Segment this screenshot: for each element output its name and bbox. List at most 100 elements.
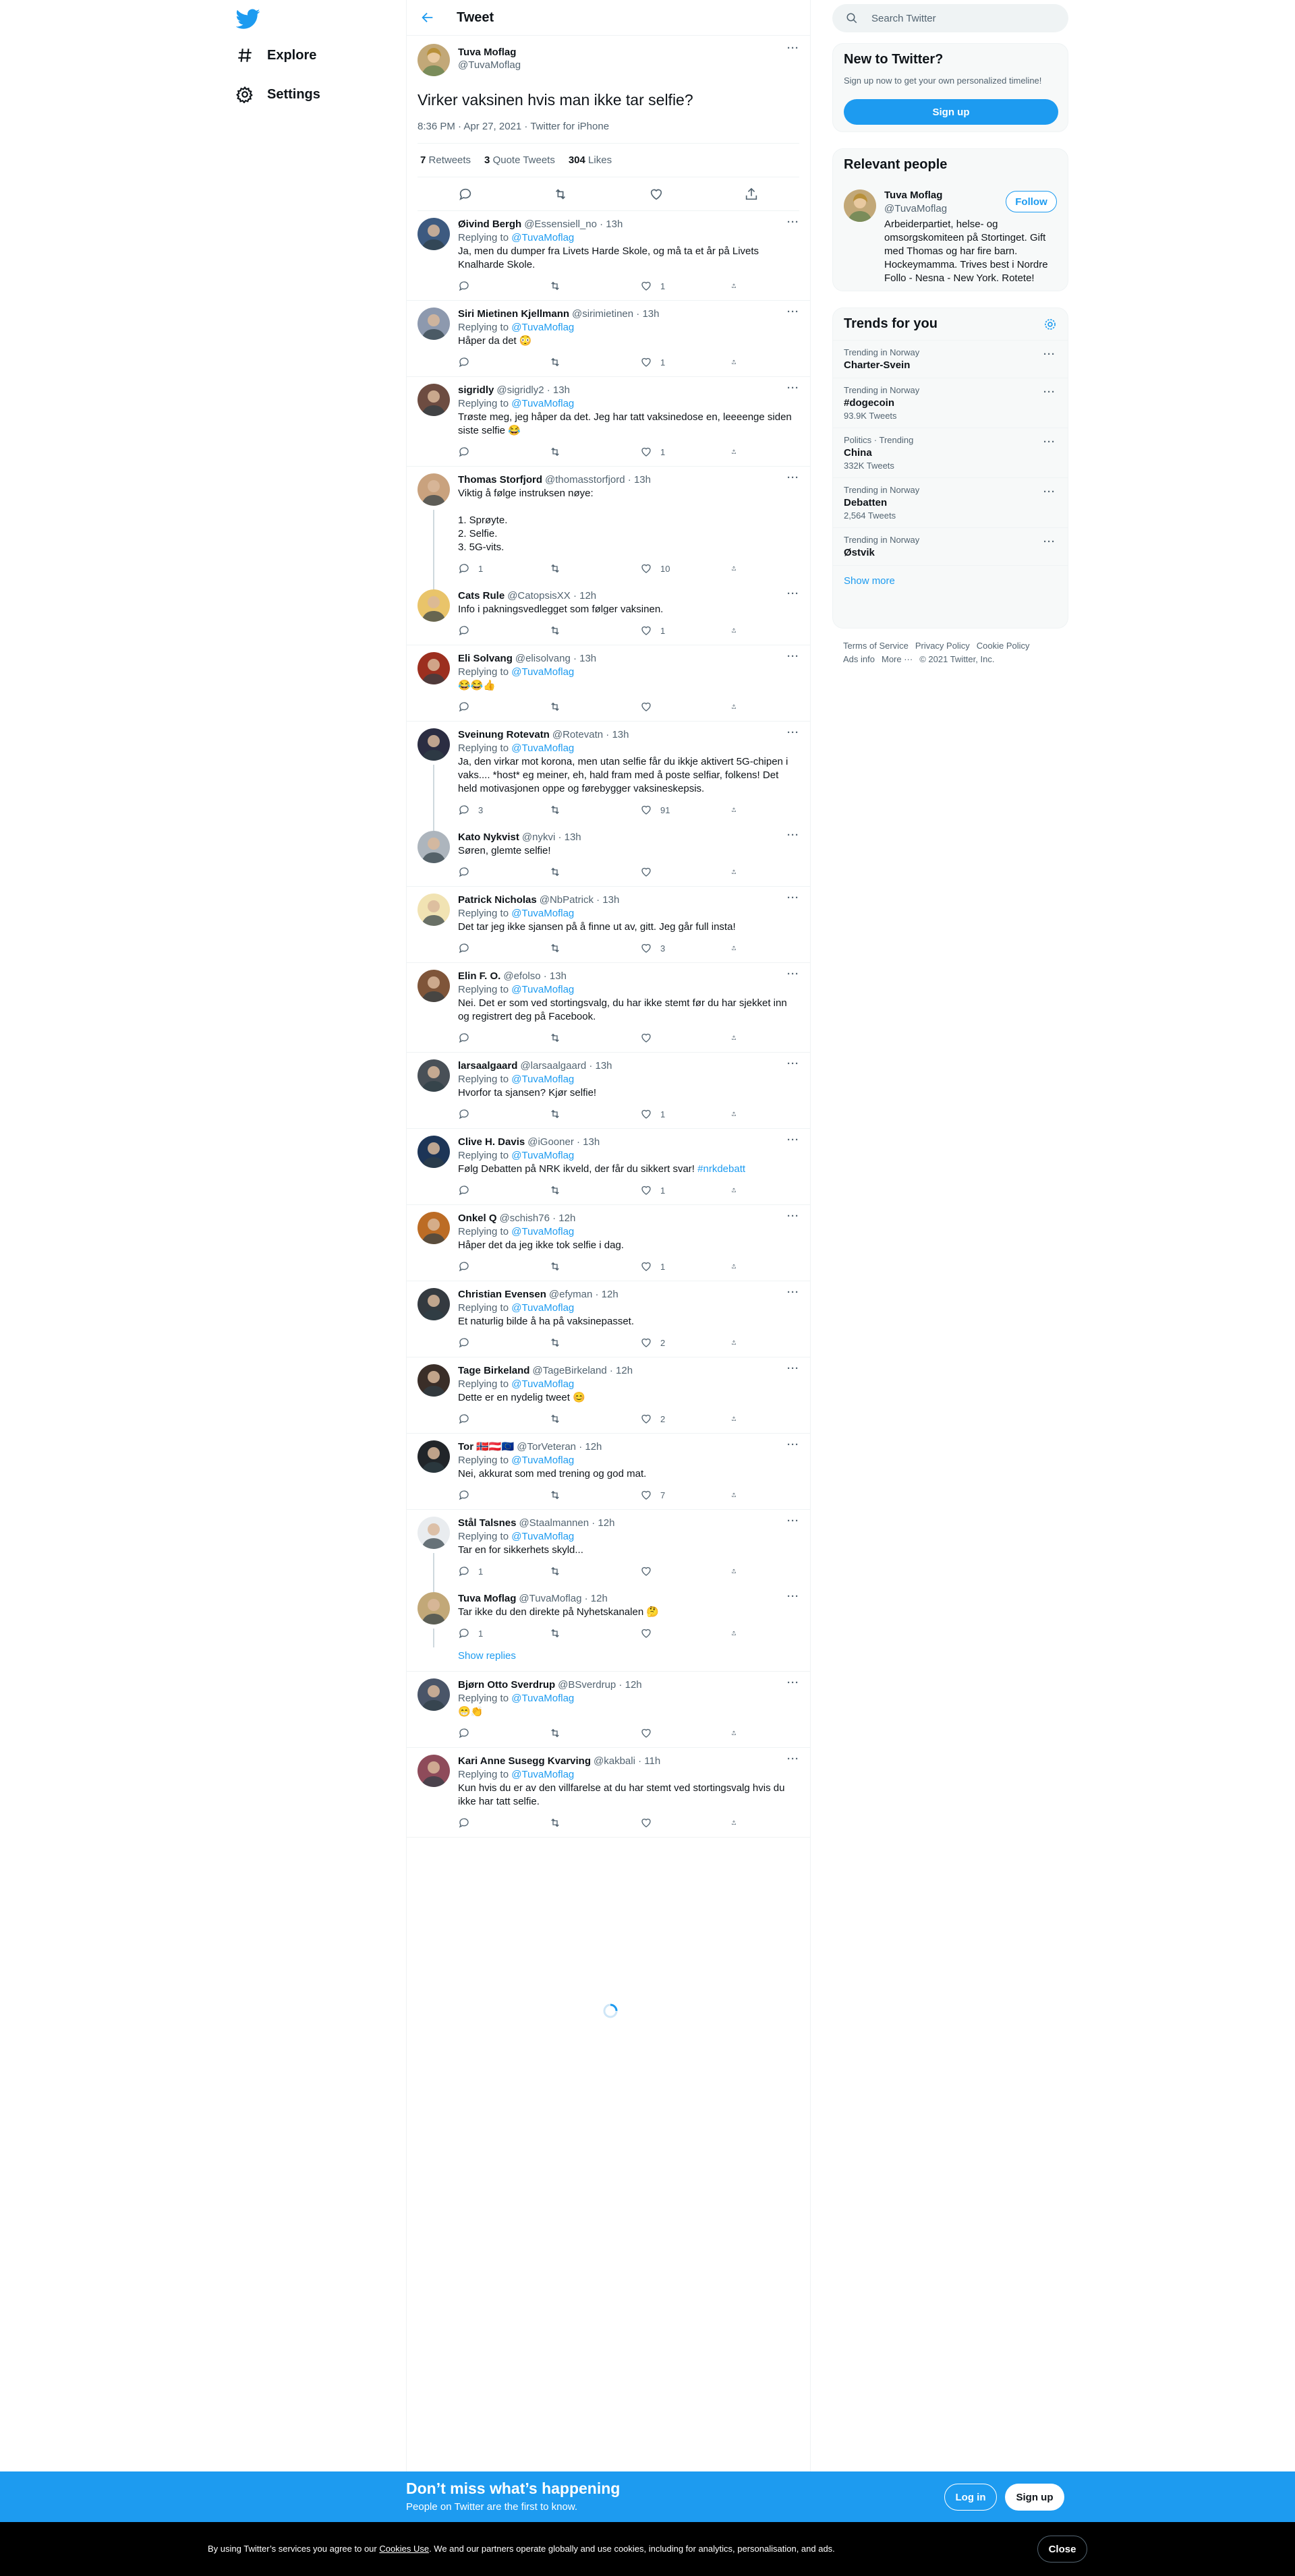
trend-item[interactable]: Trending in Norway #dogecoin 93.9K Tweets ·… bbox=[833, 378, 1068, 428]
reply-author-name[interactable]: larsaalgaard bbox=[458, 1059, 517, 1073]
reply-author-name[interactable]: Stål Talsnes bbox=[458, 1517, 516, 1530]
reply-author-name[interactable]: Sveinung Rotevatn bbox=[458, 728, 550, 742]
reply-author-handle[interactable]: @nykvi · 13h bbox=[522, 831, 581, 844]
retweet-button[interactable] bbox=[549, 624, 616, 637]
reply-tweet[interactable]: Patrick Nicholas @NbPatrick · 13h ··· Reply… bbox=[407, 887, 810, 963]
reply-tweet[interactable]: Kato Nykvist @nykvi · 13h ··· Søren, glemte… bbox=[407, 824, 810, 887]
share-button[interactable] bbox=[731, 1413, 745, 1425]
terms-link[interactable]: Terms of Service bbox=[843, 641, 909, 651]
relevant-handle[interactable]: @TuvaMoflag bbox=[884, 203, 947, 214]
like-button[interactable]: 1 bbox=[640, 1108, 708, 1120]
avatar[interactable] bbox=[418, 384, 450, 416]
mention-link[interactable]: @TuvaMoflag bbox=[511, 1531, 574, 1542]
retweet-button[interactable] bbox=[549, 1032, 616, 1044]
reply-tweet[interactable]: Clive H. Davis @iGooner · 13h ··· Replying … bbox=[407, 1129, 810, 1205]
reply-author-handle[interactable]: @efyman · 12h bbox=[549, 1288, 618, 1301]
reply-author-name[interactable]: Clive H. Davis bbox=[458, 1136, 525, 1149]
sign-up-button[interactable]: Sign up bbox=[844, 99, 1058, 125]
reply-author-name[interactable]: Onkel Q bbox=[458, 1212, 497, 1225]
retweet-button[interactable] bbox=[549, 1184, 616, 1196]
share-button[interactable] bbox=[731, 866, 745, 878]
reply-button[interactable] bbox=[458, 1184, 525, 1196]
reply-tweet[interactable]: Bjørn Otto Sverdrup @BSverdrup · 12h ··· Re… bbox=[407, 1672, 810, 1748]
trend-item[interactable]: Politics · Trending China 332K Tweets ··· bbox=[833, 428, 1068, 477]
nav-explore[interactable]: Explore bbox=[236, 40, 316, 70]
quotes-stat[interactable]: 3 Quote Tweets bbox=[484, 154, 555, 166]
avatar[interactable] bbox=[418, 218, 450, 250]
like-button[interactable]: 3 bbox=[640, 942, 708, 954]
like-button[interactable]: 1 bbox=[640, 356, 708, 368]
retweet-button[interactable] bbox=[549, 1489, 616, 1501]
follow-button[interactable]: Follow bbox=[1006, 191, 1057, 212]
reply-author-handle[interactable]: @TorVeteran · 12h bbox=[517, 1440, 602, 1454]
avatar[interactable] bbox=[418, 1678, 450, 1711]
twitter-logo-icon[interactable] bbox=[235, 7, 260, 31]
reply-author-handle[interactable]: @Rotevatn · 13h bbox=[552, 728, 629, 742]
tweet-source[interactable]: Twitter for iPhone bbox=[530, 121, 609, 132]
likes-stat[interactable]: 304 Likes bbox=[569, 154, 612, 166]
more-icon[interactable]: ··· bbox=[787, 1287, 799, 1301]
like-button[interactable] bbox=[640, 1565, 708, 1577]
share-button[interactable] bbox=[731, 1260, 745, 1272]
share-button[interactable] bbox=[731, 1817, 745, 1829]
reply-tweet[interactable]: Thomas Storfjord @thomasstorfjord · 13h ··… bbox=[407, 467, 810, 583]
mention-link[interactable]: @TuvaMoflag bbox=[511, 1226, 574, 1237]
reply-tweet[interactable]: Siri Mietinen Kjellmann @sirimietinen · 1… bbox=[407, 301, 810, 377]
share-button[interactable] bbox=[731, 1727, 745, 1739]
avatar[interactable] bbox=[418, 1517, 450, 1549]
mention-link[interactable]: @TuvaMoflag bbox=[511, 322, 574, 333]
close-button[interactable]: Close bbox=[1037, 2536, 1087, 2563]
reply-author-handle[interactable]: @schish76 · 12h bbox=[500, 1212, 576, 1225]
mention-link[interactable]: @TuvaMoflag bbox=[511, 742, 574, 754]
reply-author-handle[interactable]: @TuvaMoflag · 12h bbox=[519, 1592, 607, 1606]
reply-author-name[interactable]: Tuva Moflag bbox=[458, 1592, 516, 1606]
like-button[interactable] bbox=[640, 1032, 708, 1044]
more-icon[interactable]: ··· bbox=[787, 1135, 799, 1149]
reply-button[interactable] bbox=[458, 701, 525, 713]
avatar[interactable] bbox=[418, 970, 450, 1002]
reply-author-handle[interactable]: @efolso · 13h bbox=[503, 970, 567, 983]
retweet-button[interactable] bbox=[549, 280, 616, 292]
share-button[interactable] bbox=[731, 1565, 745, 1577]
log-in-button[interactable]: Log in bbox=[944, 2484, 997, 2511]
share-button[interactable] bbox=[731, 701, 745, 713]
reply-button[interactable] bbox=[458, 1032, 525, 1044]
mention-link[interactable]: @TuvaMoflag bbox=[511, 984, 574, 995]
retweet-button[interactable] bbox=[549, 1108, 616, 1120]
more-icon[interactable]: ··· bbox=[787, 1678, 799, 1692]
like-button[interactable]: 10 bbox=[640, 562, 708, 575]
reply-button[interactable] bbox=[458, 1108, 525, 1120]
reply-author-name[interactable]: Elin F. O. bbox=[458, 970, 500, 983]
retweet-button[interactable] bbox=[549, 701, 616, 713]
reply-button[interactable]: 1 bbox=[458, 1627, 525, 1639]
avatar[interactable] bbox=[418, 1059, 450, 1092]
reply-tweet[interactable]: Onkel Q @schish76 · 12h ··· Replying to @Tu… bbox=[407, 1205, 810, 1281]
more-icon[interactable]: ··· bbox=[787, 1364, 799, 1378]
mention-link[interactable]: @TuvaMoflag bbox=[511, 232, 574, 243]
reply-tweet[interactable]: Eli Solvang @elisolvang · 13h ··· Replying … bbox=[407, 645, 810, 722]
back-arrow-icon[interactable] bbox=[420, 9, 436, 26]
reply-button[interactable] bbox=[458, 624, 525, 637]
more-icon[interactable]: ··· bbox=[787, 651, 799, 666]
avatar[interactable] bbox=[844, 189, 876, 222]
like-button[interactable]: 7 bbox=[640, 1489, 708, 1501]
share-button[interactable] bbox=[731, 1337, 745, 1349]
reply-author-handle[interactable]: @NbPatrick · 13h bbox=[540, 894, 620, 907]
search-box[interactable]: Search Twitter bbox=[832, 4, 1068, 32]
retweet-button[interactable] bbox=[549, 866, 616, 878]
cookie-link[interactable]: Cookie Policy bbox=[977, 641, 1030, 651]
more-icon[interactable]: ··· bbox=[787, 473, 799, 487]
reply-button[interactable] bbox=[458, 942, 525, 954]
retweet-button[interactable] bbox=[549, 1413, 616, 1425]
mention-link[interactable]: @TuvaMoflag bbox=[511, 1769, 574, 1780]
reply-author-name[interactable]: Cats Rule bbox=[458, 589, 505, 603]
reply-button[interactable] bbox=[458, 1337, 525, 1349]
reply-author-name[interactable]: Patrick Nicholas bbox=[458, 894, 537, 907]
more-icon[interactable]: ··· bbox=[787, 1754, 799, 1768]
reply-author-name[interactable]: Øivind Bergh bbox=[458, 218, 521, 231]
avatar[interactable] bbox=[418, 1364, 450, 1397]
share-button[interactable] bbox=[731, 804, 745, 816]
reply-tweet[interactable]: Tor 🇳🇴🇦🇹🇪🇺 @TorVeteran · 12h ··· Replying t… bbox=[407, 1434, 810, 1510]
reply-tweet[interactable]: Elin F. O. @efolso · 13h ··· Replying to @T… bbox=[407, 963, 810, 1053]
more-icon[interactable]: ··· bbox=[787, 1440, 799, 1454]
